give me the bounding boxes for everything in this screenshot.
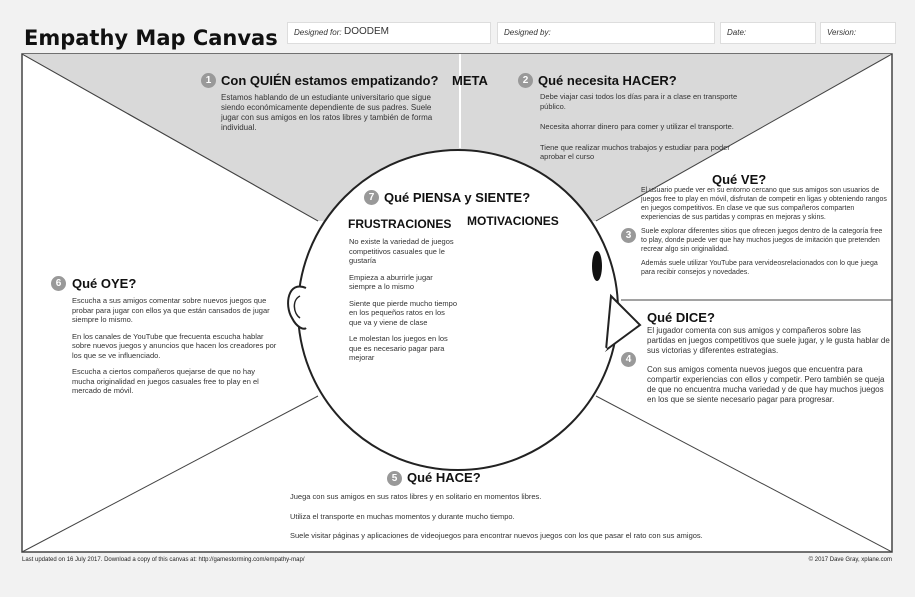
see-number-badge: 3	[621, 228, 636, 243]
pains-item: No existe la variedad de juegos competit…	[349, 237, 454, 265]
who-heading: Con QUIÉN estamos empatizando?	[221, 73, 439, 88]
pains-item: Empieza a aburrirle jugar siempre a lo m…	[349, 272, 433, 292]
who-number-badge: 1	[201, 73, 216, 88]
hace-item: Suele visitar páginas y aplicaciones de …	[290, 531, 703, 540]
hear-number-badge: 6	[51, 276, 66, 291]
do-item: Debe viajar casi todos los días para ir …	[540, 92, 738, 111]
see-heading: Qué VE?	[712, 172, 767, 187]
goal-heading: META	[452, 73, 488, 88]
do-heading: Qué necesita HACER?	[538, 73, 677, 88]
eye-icon	[592, 251, 602, 281]
hear-item: En los canales de YouTube que frecuenta …	[72, 331, 277, 360]
think-number-badge: 7	[364, 190, 379, 205]
pains-list: No existe la variedad de juegos competit…	[349, 237, 457, 368]
see-item: El usuario puede ver en su entorno cerca…	[641, 187, 887, 221]
empathy-map-canvas: Empathy Map Canvas Designed for: DOODEM …	[0, 0, 915, 597]
say-item: El jugador comenta con sus amigos y comp…	[647, 326, 890, 355]
hear-item: Escucha a sus amigos comentar sobre nuev…	[72, 296, 270, 324]
who-text: Estamos hablando de un estudiante univer…	[221, 93, 433, 132]
hear-list: Escucha a sus amigos comentar sobre nuev…	[72, 296, 278, 401]
pains-item: Siente que pierde mucho tiempo en los pe…	[349, 298, 457, 327]
hace-number-badge: 5	[387, 471, 402, 486]
do-item: Tiene que realizar muchos trabajos y est…	[540, 142, 730, 162]
hace-item: Juega con sus amigos en sus ratos libres…	[290, 492, 542, 501]
hace-heading: Qué HACE?	[407, 470, 481, 485]
do-item: Necesita ahorrar dinero para comer y uti…	[540, 122, 734, 131]
think-heading: Qué PIENSA y SIENTE?	[384, 190, 531, 205]
see-item: Además suele utilizar YouTube para vervi…	[641, 260, 878, 276]
hear-heading: Qué OYE?	[72, 276, 137, 291]
footer-right: © 2017 Dave Gray, xplane.com	[808, 557, 892, 563]
see-item: Suele explorar diferentes sitios que ofr…	[641, 228, 883, 253]
say-heading: Qué DICE?	[647, 310, 715, 325]
footer-left: Last updated on 16 July 2017. Download a…	[22, 557, 305, 563]
do-number-badge: 2	[518, 73, 533, 88]
say-item: Con sus amigos comenta nuevos juegos que…	[647, 365, 885, 404]
hace-list: Juega con sus amigos en sus ratos libres…	[290, 492, 750, 546]
do-list: Debe viajar casi todos los días para ir …	[540, 92, 745, 167]
pains-item: Le molestan los juegos en los que es nec…	[349, 334, 448, 362]
hace-item: Utiliza el transporte en muchas momentos…	[290, 511, 515, 521]
hear-item: Escucha a ciertos compañeros quejarse de…	[72, 367, 259, 395]
gains-heading: MOTIVACIONES	[467, 214, 559, 228]
pains-heading: FRUSTRACIONES	[348, 217, 452, 231]
see-list: El usuario puede ver en su entorno cerca…	[641, 186, 889, 282]
say-list: El jugador comenta con sus amigos y comp…	[647, 326, 890, 410]
say-number-badge: 4	[621, 352, 636, 367]
